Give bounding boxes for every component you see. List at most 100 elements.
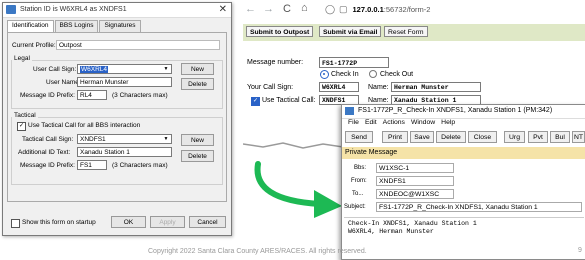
ok-button[interactable]: OK bbox=[111, 216, 146, 228]
nts-button[interactable]: NT bbox=[572, 131, 585, 143]
message-number-field[interactable]: FS1-1772P bbox=[319, 57, 389, 68]
menu-actions[interactable]: Actions bbox=[383, 119, 405, 129]
home-icon[interactable]: ⌂ bbox=[301, 2, 308, 14]
additional-id-label: Additional ID Text: bbox=[18, 149, 71, 156]
subject-field[interactable]: FS1-1772P_R_Check-In XNDFS1, Xanadu Stat… bbox=[376, 202, 582, 212]
print-button[interactable]: Print bbox=[382, 131, 408, 143]
check-out-label: Check Out bbox=[380, 71, 414, 78]
submit-to-outpost-button[interactable]: Submit to Outpost bbox=[246, 26, 314, 37]
tactical-delete-button[interactable]: Delete bbox=[181, 150, 214, 162]
app-icon bbox=[6, 5, 16, 14]
user-name-label: User Name: bbox=[46, 79, 81, 86]
outpost-title: FS1-1772P_R_Check-In XNDFS1, Xanadu Stat… bbox=[358, 107, 553, 114]
close-icon[interactable]: ✕ bbox=[219, 4, 227, 15]
reset-form-button[interactable]: Reset Form bbox=[384, 26, 428, 37]
tactical-message-id-prefix-label: Message ID Prefix: bbox=[20, 162, 75, 169]
bbs-field[interactable]: W1XSC-1 bbox=[376, 163, 454, 173]
tactical-message-id-prefix-field[interactable]: FS1 bbox=[77, 160, 107, 170]
save-button[interactable]: Save bbox=[410, 131, 434, 143]
identification-panel: Current Profile: Outpost Legal User Call… bbox=[7, 32, 227, 202]
back-icon[interactable]: ← bbox=[245, 3, 256, 15]
tactical-chars-max-note: (3 Characters max) bbox=[112, 162, 168, 169]
dialog-tabs: Identification BBS Logins Signatures bbox=[7, 20, 142, 32]
tactical-name-label: Name: bbox=[368, 97, 389, 104]
tactical-call-sign-label: Tactical Call Sign: bbox=[22, 136, 74, 143]
current-profile-field: Outpost bbox=[56, 40, 220, 50]
user-call-sign-label: User Call Sign: bbox=[33, 66, 77, 73]
tab-signatures[interactable]: Signatures bbox=[99, 20, 141, 32]
menu-file[interactable]: File bbox=[348, 119, 359, 129]
urgent-button[interactable]: Urg bbox=[504, 131, 525, 143]
bulletin-button[interactable]: Bul bbox=[550, 131, 570, 143]
legal-delete-button[interactable]: Delete bbox=[181, 78, 214, 90]
outpost-toolbar: Send Print Save Delete Close Urg Pvt Bul… bbox=[342, 131, 585, 145]
app-icon bbox=[345, 107, 354, 115]
user-name-field[interactable]: Herman Munster bbox=[77, 77, 172, 87]
tab-bbs-logins[interactable]: BBS Logins bbox=[54, 20, 99, 32]
menu-edit[interactable]: Edit bbox=[365, 119, 377, 129]
page-number: 9 bbox=[578, 247, 582, 254]
check-in-radio[interactable] bbox=[320, 70, 329, 79]
use-tactical-label: Use Tactical Call for all BBS interactio… bbox=[28, 122, 141, 129]
tactical-new-button[interactable]: New bbox=[181, 134, 214, 146]
menu-bar: File Edit Actions Window Help bbox=[342, 119, 455, 129]
to-label[interactable]: To... bbox=[352, 191, 363, 197]
copyright-text: Copyright 2022 Santa Clara County ARES/R… bbox=[148, 248, 367, 255]
current-profile-label: Current Profile: bbox=[12, 42, 56, 49]
menu-help[interactable]: Help bbox=[441, 119, 455, 129]
user-call-sign-combo[interactable]: W6XRL4 ▼ bbox=[77, 64, 172, 74]
url-host: 127.0.0.1 bbox=[352, 5, 384, 14]
reload-icon[interactable]: C bbox=[283, 3, 291, 15]
message-number-label: Message number: bbox=[247, 59, 304, 66]
menu-window[interactable]: Window bbox=[411, 119, 435, 129]
name-label: Name: bbox=[368, 84, 389, 91]
use-tactical-call-checkbox[interactable]: ✓ bbox=[251, 97, 260, 106]
additional-id-field[interactable]: Xanadu Station 1 bbox=[77, 147, 172, 157]
tab-identification[interactable]: Identification bbox=[7, 20, 54, 32]
forward-icon[interactable]: → bbox=[263, 3, 274, 15]
use-tactical-call-label: Use Tactical Call: bbox=[262, 97, 316, 104]
chevron-down-icon[interactable]: ▼ bbox=[162, 136, 170, 143]
legal-chars-max-note: (3 Characters max) bbox=[112, 92, 168, 99]
private-button[interactable]: Pvt bbox=[528, 131, 548, 143]
close-button[interactable]: Close bbox=[468, 131, 497, 143]
use-tactical-checkbox[interactable]: ✓ bbox=[17, 122, 26, 131]
send-button[interactable]: Send bbox=[345, 131, 373, 143]
bbs-label: Bbs: bbox=[354, 165, 367, 171]
name-field[interactable]: Herman Munster bbox=[391, 82, 481, 92]
cancel-button[interactable]: Cancel bbox=[189, 216, 226, 228]
url-path: :56732/form-2 bbox=[383, 5, 431, 14]
shield-icon: ◯ bbox=[325, 4, 336, 14]
outpost-message-window: FS1-1772P_R_Check-In XNDFS1, Xanadu Stat… bbox=[341, 104, 585, 260]
user-call-sign-value: W6XRL4 bbox=[80, 66, 109, 73]
legal-message-id-prefix-label: Message ID Prefix: bbox=[20, 92, 75, 99]
form-toolbar: Submit to Outpost Submit via Email Reset… bbox=[243, 24, 585, 41]
your-call-sign-field[interactable]: W6XRL4 bbox=[319, 82, 359, 92]
legal-new-button[interactable]: New bbox=[181, 63, 214, 75]
dialog-title-bar: Station ID is W6XRL4 as XNDFS1 ✕ bbox=[3, 3, 231, 18]
legal-group-label: Legal bbox=[12, 55, 32, 62]
submit-via-email-button[interactable]: Submit via Email bbox=[319, 26, 382, 37]
tactical-call-sign-combo[interactable]: XNDFS1 ▼ bbox=[77, 134, 172, 144]
show-on-startup-label: Show this form on startup bbox=[22, 219, 96, 226]
apply-button[interactable]: Apply bbox=[150, 216, 185, 228]
to-field[interactable]: XNDEOC@W1XSC bbox=[376, 189, 454, 199]
chevron-down-icon[interactable]: ▼ bbox=[162, 66, 170, 73]
private-message-bar: Private Message bbox=[342, 147, 585, 159]
tactical-group-label: Tactical bbox=[12, 112, 38, 119]
arrow-icon bbox=[254, 161, 342, 218]
dialog-title: Station ID is W6XRL4 as XNDFS1 bbox=[20, 6, 127, 13]
check-out-radio[interactable] bbox=[369, 70, 377, 78]
from-field[interactable]: XNDFS1 bbox=[376, 176, 454, 186]
your-call-sign-label: Your Call Sign: bbox=[247, 84, 294, 91]
body-line-1: Check-In XNDFS1, Xanadu Station 1 bbox=[348, 220, 477, 227]
delete-button[interactable]: Delete bbox=[436, 131, 466, 143]
check-in-label: Check In bbox=[331, 71, 359, 78]
radio-dot bbox=[323, 73, 325, 75]
show-on-startup-checkbox[interactable] bbox=[11, 219, 20, 228]
from-label: From: bbox=[351, 178, 367, 184]
tactical-call-sign-value: XNDFS1 bbox=[80, 136, 106, 143]
legal-message-id-prefix-field[interactable]: RL4 bbox=[77, 90, 107, 100]
message-body[interactable]: Check-In XNDFS1, Xanadu Station 1 W6XRL4… bbox=[344, 217, 584, 257]
address-bar[interactable]: ◯ ▢ 127.0.0.1:56732/form-2 bbox=[325, 4, 435, 18]
